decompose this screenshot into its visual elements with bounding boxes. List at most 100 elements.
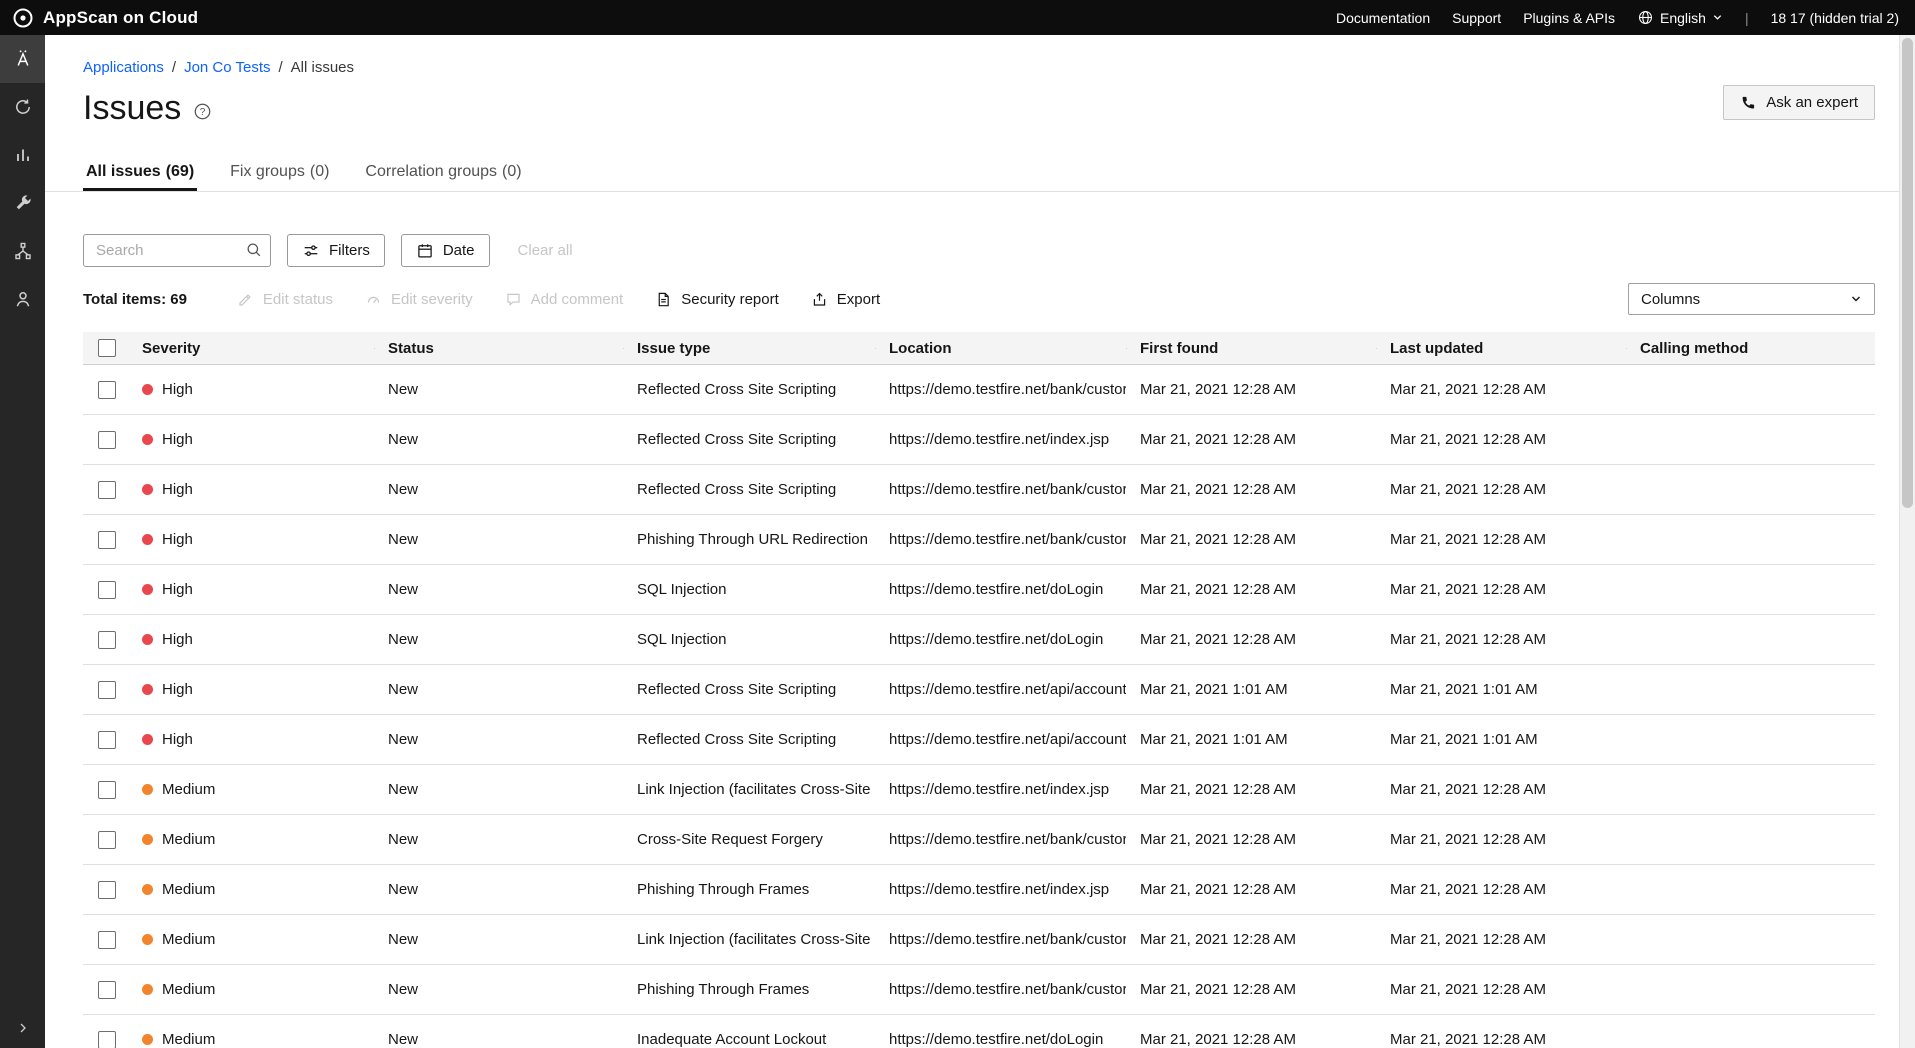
tab-correlation-groups[interactable]: Correlation groups (0) <box>362 154 524 191</box>
main-content: Applications / Jon Co Tests / All issues… <box>45 35 1899 1048</box>
row-checkbox[interactable] <box>98 1031 116 1048</box>
pencil-icon <box>237 291 254 308</box>
sidebar-item-applications[interactable] <box>0 35 45 83</box>
add-comment-button[interactable]: Add comment <box>505 291 624 308</box>
table-row[interactable]: High New Reflected Cross Site Scripting … <box>83 415 1875 465</box>
edit-status-button[interactable]: Edit status <box>237 291 333 308</box>
row-checkbox[interactable] <box>98 881 116 899</box>
table-row[interactable]: Medium New Phishing Through Frames https… <box>83 865 1875 915</box>
tab-all-issues[interactable]: All issues (69) <box>83 154 197 191</box>
sidebar-item-scans[interactable] <box>0 83 45 131</box>
table-row[interactable]: High New SQL Injection https://demo.test… <box>83 565 1875 615</box>
column-header-severity[interactable]: Severity <box>128 340 374 357</box>
table-row[interactable]: High New Reflected Cross Site Scripting … <box>83 365 1875 415</box>
security-report-label: Security report <box>681 291 779 308</box>
help-icon[interactable]: ? <box>193 102 212 121</box>
topnav-support[interactable]: Support <box>1452 10 1501 26</box>
column-header-last-updated[interactable]: Last updated <box>1376 340 1626 357</box>
row-checkbox[interactable] <box>98 931 116 949</box>
table-row[interactable]: High New Reflected Cross Site Scripting … <box>83 665 1875 715</box>
last-updated-cell: Mar 21, 2021 12:28 AM <box>1376 881 1626 898</box>
column-header-first-found[interactable]: First found <box>1126 340 1376 357</box>
home-link[interactable]: AppScan on Cloud <box>0 7 198 29</box>
severity-dot-icon <box>142 384 153 395</box>
edit-severity-button[interactable]: Edit severity <box>365 291 473 308</box>
vertical-scrollbar[interactable] <box>1899 35 1915 1048</box>
select-all-checkbox[interactable] <box>98 339 116 357</box>
issue-type-cell[interactable]: Phishing Through Frames <box>623 981 875 998</box>
topnav-plugins-apis[interactable]: Plugins & APIs <box>1523 10 1615 26</box>
column-header-calling-method[interactable]: Calling method <box>1626 340 1875 357</box>
column-header-status[interactable]: Status <box>374 340 623 357</box>
language-selector[interactable]: English <box>1637 9 1723 26</box>
issue-type-cell[interactable]: Reflected Cross Site Scripting <box>623 381 875 398</box>
filters-button[interactable]: Filters <box>287 234 385 267</box>
table-row[interactable]: Medium New Link Injection (facilitates C… <box>83 915 1875 965</box>
search-icon[interactable] <box>245 241 263 259</box>
row-checkbox[interactable] <box>98 431 116 449</box>
export-button[interactable]: Export <box>811 291 880 308</box>
sidebar-expand-button[interactable] <box>0 1008 45 1048</box>
issue-type-cell[interactable]: Reflected Cross Site Scripting <box>623 431 875 448</box>
row-checkbox[interactable] <box>98 681 116 699</box>
severity-dot-icon <box>142 734 153 745</box>
tab-fix-groups[interactable]: Fix groups (0) <box>227 154 332 191</box>
table-row[interactable]: High New SQL Injection https://demo.test… <box>83 615 1875 665</box>
sidebar-item-fix-tools[interactable] <box>0 179 45 227</box>
ask-an-expert-button[interactable]: Ask an expert <box>1723 85 1875 120</box>
issue-type-cell[interactable]: SQL Injection <box>623 581 875 598</box>
row-checkbox[interactable] <box>98 781 116 799</box>
status-cell: New <box>374 431 623 448</box>
table-row[interactable]: High New Phishing Through URL Redirectio… <box>83 515 1875 565</box>
scrollbar-thumb[interactable] <box>1902 38 1913 508</box>
issue-type-cell[interactable]: Reflected Cross Site Scripting <box>623 681 875 698</box>
columns-dropdown[interactable]: Columns <box>1628 283 1875 315</box>
table-header: Severity Status Issue type Location Firs… <box>83 332 1875 365</box>
issue-type-cell[interactable]: Inadequate Account Lockout <box>623 1031 875 1048</box>
table-row[interactable]: High New Reflected Cross Site Scripting … <box>83 715 1875 765</box>
issue-type-cell[interactable]: Reflected Cross Site Scripting <box>623 481 875 498</box>
row-checkbox[interactable] <box>98 531 116 549</box>
row-checkbox[interactable] <box>98 581 116 599</box>
table-row[interactable]: High New Reflected Cross Site Scripting … <box>83 465 1875 515</box>
tab-label: Correlation groups <box>365 163 497 181</box>
column-header-location[interactable]: Location <box>875 340 1126 357</box>
tab-count: (0) <box>310 163 330 181</box>
sidebar-item-reports[interactable] <box>0 131 45 179</box>
first-found-cell: Mar 21, 2021 12:28 AM <box>1126 981 1376 998</box>
issue-type-cell[interactable]: Link Injection (facilitates Cross-Site R <box>623 931 875 948</box>
issue-type-cell[interactable]: Phishing Through Frames <box>623 881 875 898</box>
breadcrumb-application-name[interactable]: Jon Co Tests <box>184 59 270 76</box>
row-checkbox[interactable] <box>98 381 116 399</box>
account-menu[interactable]: 18 17 (hidden trial 2) <box>1771 10 1899 26</box>
issue-type-cell[interactable]: Phishing Through URL Redirection <box>623 531 875 548</box>
issue-type-cell[interactable]: Reflected Cross Site Scripting <box>623 731 875 748</box>
table-row[interactable]: Medium New Phishing Through Frames https… <box>83 965 1875 1015</box>
row-checkbox[interactable] <box>98 481 116 499</box>
table-row[interactable]: Medium New Link Injection (facilitates C… <box>83 765 1875 815</box>
row-checkbox[interactable] <box>98 731 116 749</box>
search-input[interactable] <box>83 234 271 267</box>
status-cell: New <box>374 881 623 898</box>
row-checkbox[interactable] <box>98 831 116 849</box>
table-row[interactable]: Medium New Inadequate Account Lockout ht… <box>83 1015 1875 1048</box>
row-checkbox[interactable] <box>98 981 116 999</box>
issue-type-cell[interactable]: SQL Injection <box>623 631 875 648</box>
issue-type-cell[interactable]: Link Injection (facilitates Cross-Site R <box>623 781 875 798</box>
issue-type-cell[interactable]: Cross-Site Request Forgery <box>623 831 875 848</box>
severity-dot-icon <box>142 784 153 795</box>
row-checkbox[interactable] <box>98 631 116 649</box>
sidebar-item-profile[interactable] <box>0 275 45 323</box>
breadcrumb-applications[interactable]: Applications <box>83 59 164 76</box>
table-row[interactable]: Medium New Cross-Site Request Forgery ht… <box>83 815 1875 865</box>
last-updated-cell: Mar 21, 2021 12:28 AM <box>1376 781 1626 798</box>
topnav-documentation[interactable]: Documentation <box>1336 10 1430 26</box>
sidebar-item-organization[interactable] <box>0 227 45 275</box>
clear-all-button[interactable]: Clear all <box>518 242 573 259</box>
date-button[interactable]: Date <box>401 234 490 267</box>
user-icon <box>13 289 33 309</box>
column-header-issue-type[interactable]: Issue type <box>623 340 875 357</box>
security-report-button[interactable]: Security report <box>655 291 779 308</box>
row-select-cell <box>83 631 128 649</box>
status-cell: New <box>374 631 623 648</box>
